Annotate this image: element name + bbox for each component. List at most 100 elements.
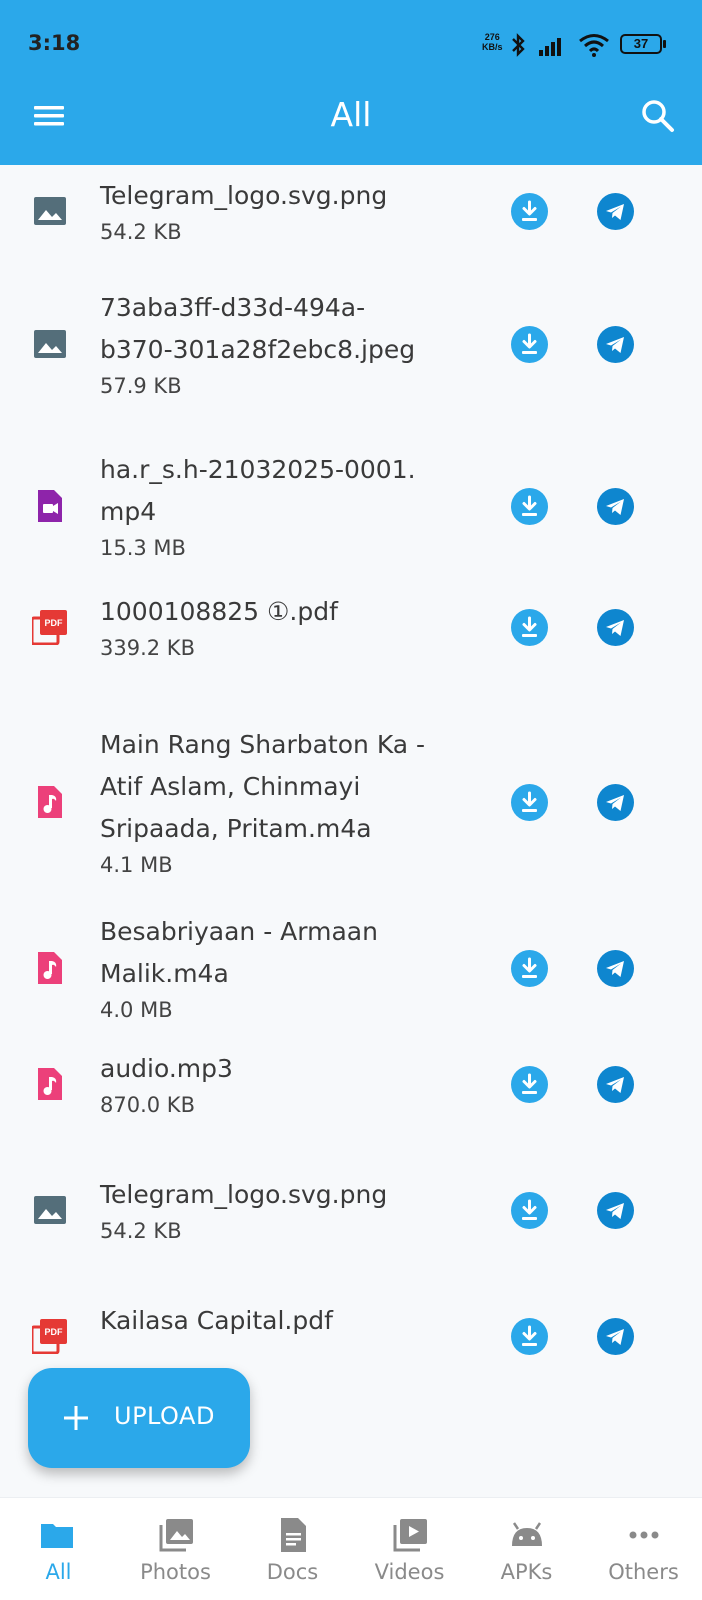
upload-label: UPLOAD bbox=[114, 1402, 215, 1430]
photos-icon bbox=[157, 1516, 195, 1554]
download-icon[interactable] bbox=[511, 784, 548, 821]
download-icon[interactable] bbox=[511, 609, 548, 646]
file-size: 57.9 KB bbox=[100, 374, 182, 398]
file-name-line: Atif Aslam, Chinmayi bbox=[100, 772, 361, 801]
plus-icon bbox=[62, 1404, 90, 1437]
svg-text:PDF: PDF bbox=[45, 1327, 64, 1337]
file-info: Main Rang Sharbaton Ka - Atif Aslam, Chin… bbox=[100, 724, 480, 880]
more-dots-icon bbox=[625, 1516, 663, 1554]
file-row[interactable]: PDF Kailasa Capital.pdf bbox=[0, 1300, 702, 1372]
file-size: 870.0 KB bbox=[100, 1093, 195, 1117]
pdf-file-icon: PDF bbox=[30, 1318, 68, 1355]
battery-icon: 37 bbox=[620, 34, 668, 61]
file-name-line: Kailasa Capital.pdf bbox=[100, 1306, 333, 1335]
file-size: 339.2 KB bbox=[100, 636, 195, 660]
file-info: ha.r_s.h-21032025-0001. mp4 15.3 MB bbox=[100, 449, 480, 563]
file-row[interactable]: Telegram_logo.svg.png 54.2 KB bbox=[0, 175, 702, 247]
telegram-share-icon[interactable] bbox=[597, 326, 634, 363]
audio-file-icon bbox=[32, 1066, 68, 1102]
bluetooth-icon bbox=[510, 32, 526, 63]
telegram-share-icon[interactable] bbox=[597, 1066, 634, 1103]
download-icon[interactable] bbox=[511, 193, 548, 230]
file-info: 73aba3ff-d33d-494a-b370-301a28f2ebc8.jpe… bbox=[100, 287, 480, 401]
telegram-share-icon[interactable] bbox=[597, 609, 634, 646]
file-info: Telegram_logo.svg.png 54.2 KB bbox=[100, 1174, 480, 1246]
nav-label: All bbox=[45, 1560, 72, 1584]
svg-text:PDF: PDF bbox=[45, 618, 64, 628]
file-row[interactable]: Main Rang Sharbaton Ka - Atif Aslam, Chin… bbox=[0, 724, 702, 880]
nav-item-photos[interactable]: Photos bbox=[117, 1498, 234, 1600]
download-icon[interactable] bbox=[511, 1066, 548, 1103]
file-name-line: Telegram_logo.svg.png bbox=[100, 181, 388, 210]
image-file-icon bbox=[32, 1192, 68, 1228]
nav-item-all[interactable]: All bbox=[0, 1498, 117, 1600]
bottom-navigation: All Photos Docs Videos APKs Others bbox=[0, 1497, 702, 1600]
file-info: audio.mp3 870.0 KB bbox=[100, 1048, 480, 1120]
file-row[interactable]: Telegram_logo.svg.png 54.2 KB bbox=[0, 1174, 702, 1246]
image-file-icon bbox=[32, 326, 68, 362]
file-name-line: mp4 bbox=[100, 497, 157, 526]
audio-file-icon bbox=[32, 950, 68, 986]
file-info: Telegram_logo.svg.png 54.2 KB bbox=[100, 175, 480, 247]
app-bar: All bbox=[0, 90, 702, 165]
file-info: 1000108825 ①.pdf 339.2 KB bbox=[100, 591, 480, 663]
download-icon[interactable] bbox=[511, 1318, 548, 1355]
nav-label: APKs bbox=[500, 1560, 553, 1584]
download-icon[interactable] bbox=[511, 488, 548, 525]
file-name-line: 1000108825 ①.pdf bbox=[100, 597, 338, 626]
file-size: 54.2 KB bbox=[100, 1219, 182, 1243]
wifi-icon bbox=[578, 32, 610, 63]
status-bar: 3:18 276 KB/s 37 bbox=[0, 0, 702, 90]
nav-label: Docs bbox=[266, 1560, 319, 1584]
telegram-share-icon[interactable] bbox=[597, 488, 634, 525]
audio-file-icon bbox=[32, 784, 68, 820]
page-title: All bbox=[330, 95, 372, 134]
telegram-share-icon[interactable] bbox=[597, 1192, 634, 1229]
file-row[interactable]: Besabriyaan - Armaan Malik.m4a 4.0 MB bbox=[0, 911, 702, 1025]
network-speed-value: 276 bbox=[484, 32, 500, 42]
network-speed-unit: KB/s bbox=[482, 42, 503, 52]
telegram-share-icon[interactable] bbox=[597, 784, 634, 821]
signal-icon bbox=[538, 32, 566, 63]
file-size: 4.1 MB bbox=[100, 853, 173, 877]
file-name-line: Main Rang Sharbaton Ka - bbox=[100, 730, 426, 759]
download-icon[interactable] bbox=[511, 326, 548, 363]
file-info: Kailasa Capital.pdf bbox=[100, 1300, 480, 1342]
file-name-line: Malik.m4a bbox=[100, 959, 229, 988]
nav-label: Videos bbox=[374, 1560, 445, 1584]
file-row[interactable]: audio.mp3 870.0 KB bbox=[0, 1048, 702, 1120]
file-name-line: 73aba3ff-d33d-494a- bbox=[100, 293, 366, 322]
file-size: 4.0 MB bbox=[100, 998, 173, 1022]
file-row[interactable]: ha.r_s.h-21032025-0001. mp4 15.3 MB bbox=[0, 449, 702, 563]
download-icon[interactable] bbox=[511, 950, 548, 987]
image-file-icon bbox=[32, 193, 68, 229]
android-icon bbox=[508, 1516, 546, 1554]
file-name-line: b370-301a28f2ebc8.jpeg bbox=[100, 335, 416, 364]
network-speed: 276 KB/s bbox=[482, 32, 503, 52]
nav-item-docs[interactable]: Docs bbox=[234, 1498, 351, 1600]
videos-icon bbox=[391, 1516, 429, 1554]
search-icon[interactable] bbox=[638, 96, 678, 136]
nav-item-others[interactable]: Others bbox=[585, 1498, 702, 1600]
telegram-share-icon[interactable] bbox=[597, 193, 634, 230]
nav-item-apks[interactable]: APKs bbox=[468, 1498, 585, 1600]
upload-button[interactable]: UPLOAD bbox=[28, 1368, 250, 1468]
file-row[interactable]: 73aba3ff-d33d-494a-b370-301a28f2ebc8.jpe… bbox=[0, 287, 702, 401]
file-list: Telegram_logo.svg.png 54.2 KB 73aba3ff-d33… bbox=[0, 165, 702, 1495]
status-time: 3:18 bbox=[28, 31, 81, 55]
battery-level: 37 bbox=[633, 36, 649, 51]
nav-label: Others bbox=[608, 1560, 679, 1584]
docs-icon bbox=[274, 1516, 312, 1554]
file-row[interactable]: PDF 1000108825 ①.pdf 339.2 KB bbox=[0, 591, 702, 663]
file-name-line: Sripaada, Pritam.m4a bbox=[100, 814, 372, 843]
pdf-file-icon: PDF bbox=[30, 609, 68, 646]
download-icon[interactable] bbox=[511, 1192, 548, 1229]
file-name-line: Besabriyaan - Armaan bbox=[100, 917, 378, 946]
file-name-line: Telegram_logo.svg.png bbox=[100, 1180, 388, 1209]
telegram-share-icon[interactable] bbox=[597, 950, 634, 987]
file-size: 54.2 KB bbox=[100, 220, 182, 244]
file-name-line: ha.r_s.h-21032025-0001. bbox=[100, 455, 416, 484]
file-info: Besabriyaan - Armaan Malik.m4a 4.0 MB bbox=[100, 911, 480, 1025]
telegram-share-icon[interactable] bbox=[597, 1318, 634, 1355]
nav-item-videos[interactable]: Videos bbox=[351, 1498, 468, 1600]
